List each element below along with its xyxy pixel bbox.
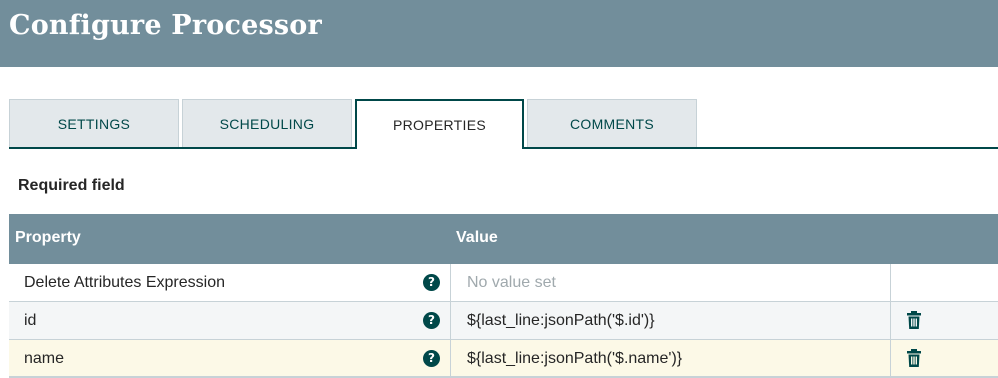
table-row[interactable]: name ? ${last_line:jsonPath('$.name')} xyxy=(9,340,998,378)
table-row[interactable]: id ? ${last_line:jsonPath('$.id')} xyxy=(9,302,998,340)
required-field-label: Required field xyxy=(18,177,125,194)
column-divider xyxy=(450,264,451,301)
question-circle-icon[interactable]: ? xyxy=(423,350,440,367)
tab-bar: SETTINGS SCHEDULING PROPERTIES COMMENTS xyxy=(9,99,998,149)
column-header-value[interactable]: Value xyxy=(456,229,498,247)
tab-comments[interactable]: COMMENTS xyxy=(527,99,697,148)
column-divider xyxy=(450,340,451,376)
tab-properties[interactable]: PROPERTIES xyxy=(355,99,524,149)
property-value[interactable]: ${last_line:jsonPath('$.id')} xyxy=(467,312,655,330)
table-header: Property Value xyxy=(9,214,998,264)
column-divider xyxy=(890,340,891,376)
trash-icon[interactable] xyxy=(906,311,922,329)
property-value[interactable]: ${last_line:jsonPath('$.name')} xyxy=(467,350,682,368)
column-divider xyxy=(890,264,891,301)
table-row[interactable]: Delete Attributes Expression ? No value … xyxy=(9,264,998,302)
property-name: Delete Attributes Expression xyxy=(24,274,225,291)
trash-icon[interactable] xyxy=(906,349,922,367)
column-divider xyxy=(450,302,451,339)
column-divider xyxy=(890,302,891,339)
question-circle-icon[interactable]: ? xyxy=(423,274,440,291)
properties-table: Property Value Delete Attributes Express… xyxy=(9,214,998,378)
tab-settings[interactable]: SETTINGS xyxy=(9,99,179,148)
dialog-title: Configure Processor xyxy=(9,10,322,41)
property-name: name xyxy=(24,350,65,367)
property-name: id xyxy=(24,312,37,329)
property-value[interactable]: No value set xyxy=(467,274,556,292)
tab-scheduling[interactable]: SCHEDULING xyxy=(182,99,352,148)
column-header-property[interactable]: Property xyxy=(15,229,81,247)
question-circle-icon[interactable]: ? xyxy=(423,312,440,329)
dialog-header: Configure Processor xyxy=(0,0,998,67)
